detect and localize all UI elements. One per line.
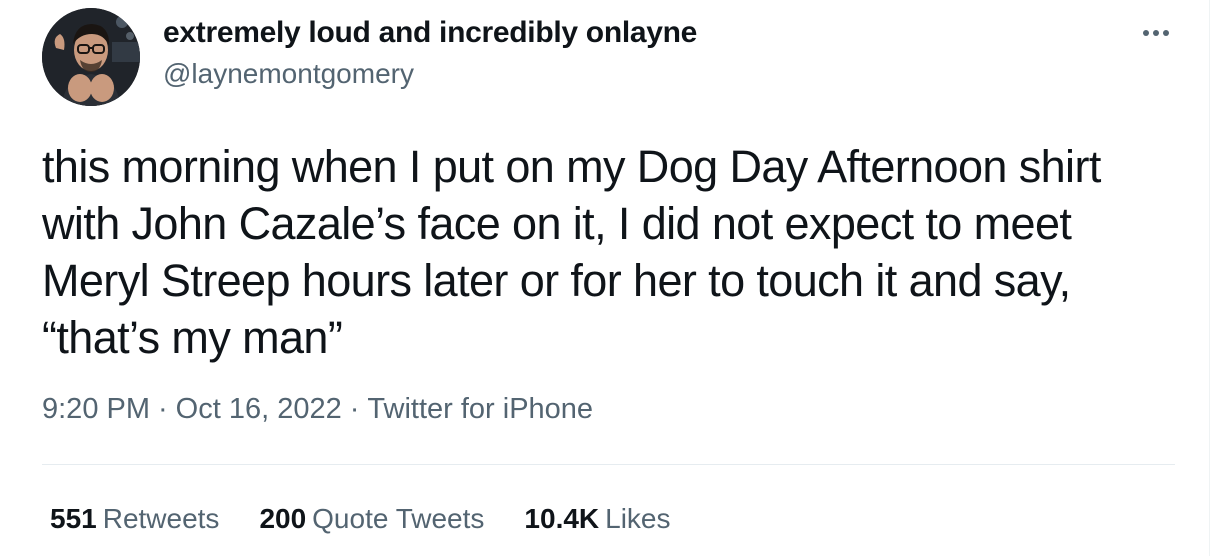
retweets-count: 551 bbox=[50, 503, 97, 534]
quote-tweets-label: Quote Tweets bbox=[312, 503, 485, 534]
ellipsis-icon bbox=[1153, 30, 1159, 36]
ellipsis-icon bbox=[1163, 30, 1169, 36]
likes-count: 10.4K bbox=[524, 503, 600, 534]
tweet-timestamp-date[interactable]: Oct 16, 2022 bbox=[176, 393, 342, 425]
tweet-text: this morning when I put on my Dog Day Af… bbox=[42, 138, 1192, 366]
more-options-button[interactable] bbox=[1136, 18, 1176, 48]
profile-photo-icon bbox=[42, 8, 140, 106]
tweet-text-line: Meryl Streep hours later or for her to t… bbox=[42, 255, 1071, 306]
meta-separator: · bbox=[349, 393, 360, 425]
engagement-stats: 551 Retweets 200 Quote Tweets 10.4K Likes bbox=[50, 503, 671, 535]
retweets-label: Retweets bbox=[102, 503, 220, 534]
meta-separator: · bbox=[158, 393, 168, 425]
tweet-text-line: this morning when I put on my Dog Day Af… bbox=[42, 141, 1101, 192]
tweet-text-line: with John Cazale’s face on it, I did not… bbox=[42, 198, 1072, 249]
divider bbox=[42, 464, 1175, 465]
ellipsis-icon bbox=[1143, 30, 1149, 36]
user-handle[interactable]: @laynemontgomery bbox=[163, 58, 414, 90]
tweet-timestamp-time[interactable]: 9:20 PM bbox=[42, 393, 150, 425]
avatar[interactable] bbox=[42, 8, 140, 106]
quote-tweets-stat[interactable]: 200 Quote Tweets bbox=[259, 503, 484, 535]
tweet-source-link[interactable]: Twitter for iPhone bbox=[367, 393, 593, 425]
tweet-text-line: “that’s my man” bbox=[42, 312, 343, 363]
tweet-card: extremely loud and incredibly onlayne @l… bbox=[0, 0, 1210, 556]
tweet-metadata: 9:20 PM · Oct 16, 2022 · Twitter for iPhone bbox=[42, 393, 593, 426]
quote-tweets-count: 200 bbox=[259, 503, 307, 534]
retweets-stat[interactable]: 551 Retweets bbox=[50, 503, 219, 535]
display-name[interactable]: extremely loud and incredibly onlayne bbox=[163, 16, 697, 50]
likes-stat[interactable]: 10.4K Likes bbox=[524, 503, 670, 535]
likes-label: Likes bbox=[605, 503, 671, 534]
